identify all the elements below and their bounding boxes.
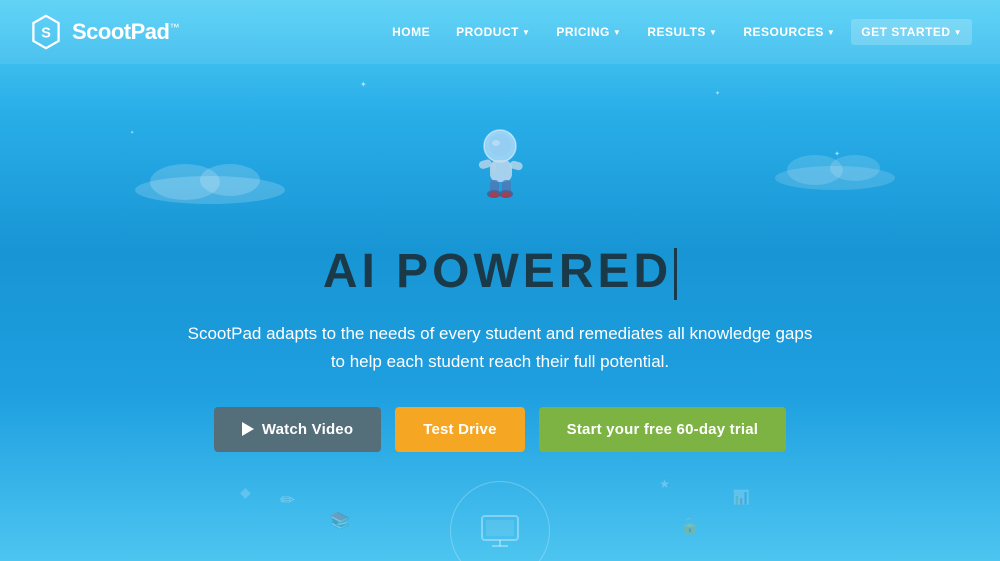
hero-content: AI POWERED ScootPad adapts to the needs … — [0, 204, 1000, 452]
nav-get-started[interactable]: GET STARTED ▼ — [851, 19, 972, 45]
nav-results[interactable]: RESULTS ▼ — [637, 19, 727, 45]
nav-product[interactable]: PRODUCT ▼ — [446, 19, 540, 45]
nav-pricing[interactable]: PRICING ▼ — [546, 19, 631, 45]
diamond-icon: ◆ — [240, 484, 251, 501]
monitor-icon — [480, 514, 520, 549]
hero-heading: AI POWERED — [323, 244, 677, 300]
star-decoration: ✦ — [360, 80, 367, 89]
logo-text: ScootPad™ — [72, 19, 179, 45]
test-drive-button[interactable]: Test Drive — [395, 407, 524, 452]
chevron-down-icon: ▼ — [827, 28, 835, 37]
hero-section: S ScootPad™ HOME PRODUCT ▼ PRICING ▼ RES… — [0, 0, 1000, 561]
astronaut-icon — [468, 124, 533, 204]
logo[interactable]: S ScootPad™ — [28, 14, 179, 50]
chevron-down-icon: ▼ — [954, 28, 962, 37]
book-icon: 📚 — [330, 511, 350, 531]
watch-video-button[interactable]: Watch Video — [214, 407, 381, 452]
play-icon — [242, 422, 254, 436]
chevron-down-icon: ▼ — [522, 28, 530, 37]
monitor-circle — [450, 481, 550, 561]
chart-icon: 📊 — [733, 489, 750, 506]
chevron-down-icon: ▼ — [709, 28, 717, 37]
astronaut-container — [0, 124, 1000, 204]
lock-icon: 🔒 — [680, 516, 700, 536]
nav-resources[interactable]: RESOURCES ▼ — [733, 19, 845, 45]
trial-button[interactable]: Start your free 60-day trial — [539, 407, 787, 452]
navbar: S ScootPad™ HOME PRODUCT ▼ PRICING ▼ RES… — [0, 0, 1000, 64]
hero-subtitle: ScootPad adapts to the needs of every st… — [180, 320, 820, 374]
star-bottom-icon: ★ — [659, 477, 670, 491]
pencil-icon: ✏ — [280, 490, 295, 511]
logo-icon: S — [28, 14, 64, 50]
nav-home[interactable]: HOME — [382, 19, 440, 45]
nav-links: HOME PRODUCT ▼ PRICING ▼ RESULTS ▼ RESOU… — [382, 19, 972, 45]
chevron-down-icon: ▼ — [613, 28, 621, 37]
star-decoration: ✦ — [715, 90, 720, 97]
cursor-blink — [674, 248, 677, 300]
svg-text:S: S — [41, 25, 51, 41]
button-group: Watch Video Test Drive Start your free 6… — [214, 407, 786, 452]
